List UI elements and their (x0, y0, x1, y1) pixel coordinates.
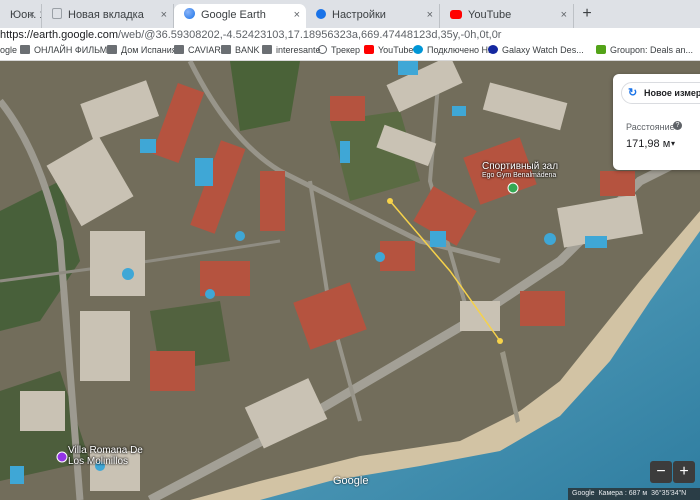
new-tab-button[interactable]: + (577, 5, 597, 25)
bookmark-galaxy-watch[interactable]: Galaxy Watch Des... (488, 45, 584, 55)
bookmark-groupon[interactable]: Groupon: Deals an... (596, 45, 693, 55)
place-label-villa-sub: Los Molinillos (68, 456, 129, 467)
bookmark-caviar[interactable]: CAVIAR (174, 45, 221, 55)
bookmark-label: CAVIAR (188, 45, 221, 55)
bookmark-hp[interactable]: Подключено HP (413, 45, 494, 55)
folder-icon (262, 45, 272, 54)
chevron-down-icon[interactable]: ▾ (671, 139, 675, 148)
bookmark-google[interactable]: ogle (0, 45, 17, 55)
new-measurement-button[interactable]: ↻ Новое измерение (621, 82, 700, 104)
place-label-villa[interactable]: Villa Romana De Los Molinillos (68, 445, 143, 467)
bookmark-youtube[interactable]: YouTube (364, 45, 413, 55)
bookmark-label: interesante (276, 45, 321, 55)
tab-4-title: Настройки (332, 9, 386, 21)
tab-1-title: Юон. 17 ... (10, 9, 41, 21)
bookmarks-bar: ogle ОНЛАЙН ФИЛЬМЫ Дом Испания CAVIAR BA… (0, 44, 700, 61)
gym-marker-icon[interactable] (507, 182, 519, 194)
folder-icon (174, 45, 184, 54)
bookmark-label: Дом Испания (121, 45, 177, 55)
close-icon[interactable]: × (161, 4, 167, 26)
tracker-icon (318, 45, 327, 54)
coordinates: 36°35'34"N (651, 490, 687, 497)
measure-point[interactable] (387, 198, 393, 204)
youtube-icon (450, 10, 462, 19)
tab-2[interactable]: Новая вкладка × (42, 4, 174, 28)
satellite-imagery (0, 61, 700, 500)
place-label-villa-title: Villa Romana De (68, 445, 143, 456)
close-icon[interactable]: × (29, 4, 35, 26)
bookmark-bank[interactable]: BANK (221, 45, 260, 55)
earth-map-view[interactable]: Спортивный зал Ego Gym Benalmádena Villa… (0, 61, 700, 500)
close-icon[interactable]: × (561, 4, 567, 26)
tab-2-title: Новая вкладка (68, 9, 144, 21)
zoom-out-button[interactable]: − (650, 461, 672, 483)
folder-icon (221, 45, 231, 54)
url-host: https://earth.google.com (0, 29, 119, 41)
hp-icon (413, 45, 423, 54)
url-text[interactable]: https://earth.google.com/web/@36.5930820… (0, 29, 501, 41)
measure-panel: ↻ Новое измерение Расстояние ? 171,98 м … (613, 74, 700, 170)
distance-label: Расстояние (626, 122, 675, 132)
address-bar[interactable]: https://earth.google.com/web/@36.5930820… (0, 28, 700, 44)
bookmark-label: Groupon: Deals an... (610, 45, 694, 55)
place-label-gym-title: Спортивный зал (482, 161, 559, 172)
new-measurement-label: Новое измерение (644, 88, 700, 98)
bookmark-label: ОНЛАЙН ФИЛЬМЫ (34, 45, 116, 55)
google-earth-icon (184, 8, 195, 19)
close-icon[interactable]: × (294, 4, 300, 26)
bookmark-label: YouTube (378, 45, 414, 55)
close-icon[interactable]: × (427, 4, 433, 26)
landmark-marker-icon[interactable] (56, 451, 68, 463)
tab-3-title: Google Earth (201, 9, 266, 21)
youtube-icon (364, 45, 374, 54)
groupon-icon (596, 45, 606, 54)
bookmark-label: Трекер (331, 45, 361, 55)
place-label-gym-sub: Ego Gym Benalmádena (482, 172, 557, 179)
measure-point[interactable] (497, 338, 503, 344)
bookmark-tracker[interactable]: Трекер (318, 45, 360, 55)
tab-strip: Юон. 17 ... × Новая вкладка × Google Ear… (0, 0, 700, 28)
tab-3[interactable]: Google Earth × (174, 4, 306, 28)
bookmark-dom-ispaniya[interactable]: Дом Испания (107, 45, 177, 55)
bookmark-label: Galaxy Watch Des... (502, 45, 584, 55)
tab-1[interactable]: Юон. 17 ... × (0, 4, 42, 28)
camera-altitude: Камера : 687 м (598, 490, 648, 497)
galaxy-icon (488, 45, 498, 54)
page-icon (52, 8, 62, 19)
help-icon[interactable]: ? (673, 121, 682, 130)
bookmark-interesante[interactable]: interesante (262, 45, 321, 55)
folder-icon (20, 45, 30, 54)
bookmark-label: BANK (235, 45, 260, 55)
bookmark-label: Подключено HP (427, 45, 495, 55)
gear-icon (316, 9, 326, 19)
status-bar: Google Камера : 687 м 36°35'34"N (568, 488, 700, 500)
bookmark-label: ogle (0, 45, 18, 55)
tab-4[interactable]: Настройки × (306, 4, 440, 28)
refresh-icon: ↻ (628, 87, 638, 99)
bookmark-online-films[interactable]: ОНЛАЙН ФИЛЬМЫ (20, 45, 115, 55)
google-watermark: Google (333, 475, 369, 487)
place-label-gym[interactable]: Спортивный зал Ego Gym Benalmádena (482, 161, 558, 179)
zoom-in-button[interactable]: + (673, 461, 695, 483)
tab-5-title: YouTube (468, 9, 512, 21)
folder-icon (107, 45, 117, 54)
url-path: /web/@36.59308202,-4.52423103,17.1895632… (118, 29, 502, 41)
tab-5[interactable]: YouTube × (440, 4, 574, 28)
distance-value[interactable]: 171,98 м (626, 138, 670, 150)
status-brand: Google (572, 490, 595, 497)
